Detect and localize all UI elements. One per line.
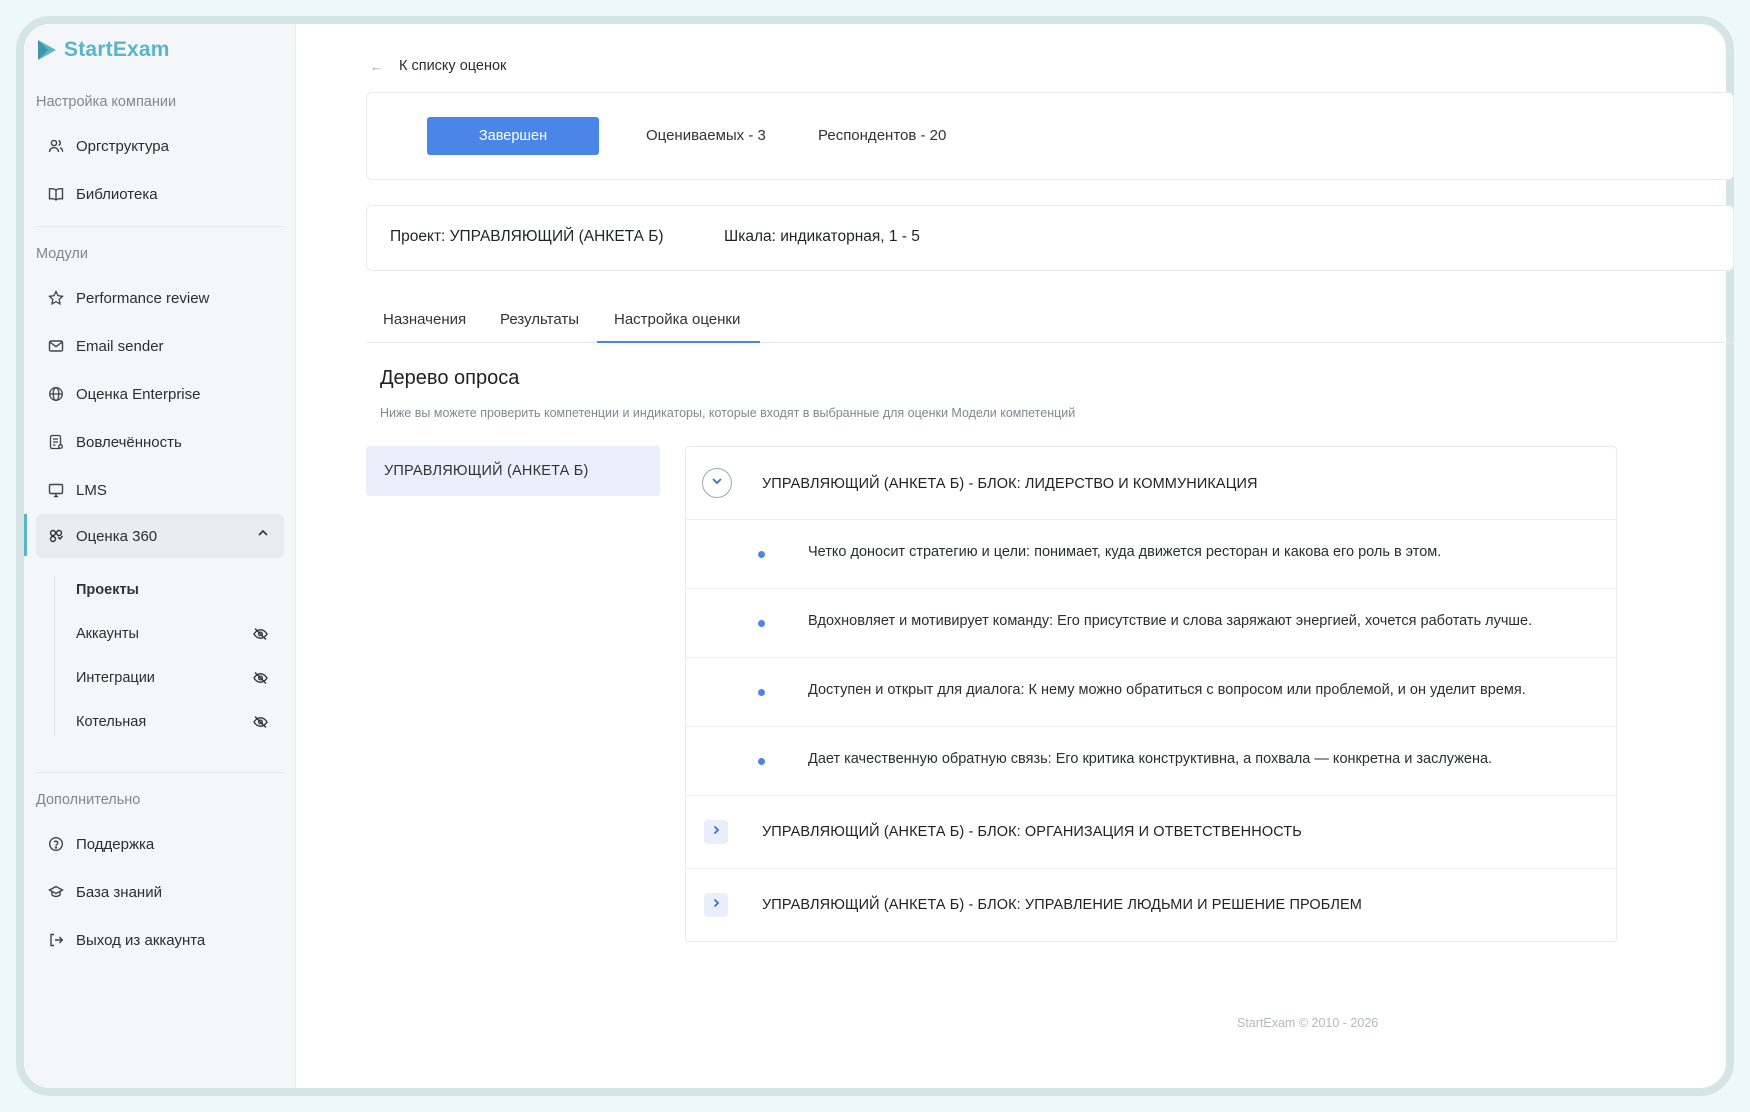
sidebar-item-email-sender[interactable]: Email sender [36, 324, 284, 368]
logo-icon [38, 40, 56, 60]
block-title: УПРАВЛЯЮЩИЙ (АНКЕТА Б) - БЛОК: УПРАВЛЕНИ… [762, 897, 1362, 913]
people-icon [48, 138, 64, 154]
model-list-item[interactable]: УПРАВЛЯЮЩИЙ (АНКЕТА Б) [366, 446, 660, 496]
active-tab-underline [597, 341, 760, 343]
back-to-list-link[interactable]: ← К списку оценок [370, 58, 506, 74]
scale-info: Шкала: индикаторная, 1 - 5 [724, 228, 920, 245]
submenu-guide-line [54, 576, 55, 736]
sidebar-item-knowledge-base[interactable]: База знаний [36, 870, 284, 914]
sidebar-item-label: Оргструктура [76, 137, 169, 155]
sidebar-item-engagement[interactable]: Вовлечённость [36, 420, 284, 464]
sidebar-item-label: Email sender [76, 337, 164, 355]
sidebar-item-library[interactable]: Библиотека [36, 172, 284, 216]
logo-text: StartExam [64, 38, 170, 61]
tab-assessment-settings[interactable]: Настройка оценки [614, 311, 740, 328]
sidebar-item-label: Вовлечённость [76, 433, 182, 451]
block-title: УПРАВЛЯЮЩИЙ (АНКЕТА Б) - БЛОК: ОРГАНИЗАЦ… [762, 824, 1302, 840]
bullet-dot [758, 689, 765, 696]
divider [36, 772, 284, 773]
chevron-right-icon [710, 896, 722, 914]
sidebar-item-performance-review[interactable]: Performance review [36, 276, 284, 320]
expand-toggle[interactable] [704, 893, 728, 917]
sidebar-item-label: Выход из аккаунта [76, 931, 206, 949]
submenu-item-integrations[interactable]: Интеграции [72, 660, 278, 696]
indicator-text: Дает качественную обратную связь: Его кр… [808, 751, 1493, 767]
submenu-item-label: Проекты [76, 582, 139, 598]
sidebar-item-enterprise[interactable]: Оценка Enterprise [36, 372, 284, 416]
project-name: Проект: УПРАВЛЯЮЩИЙ (АНКЕТА Б) [390, 228, 664, 245]
section-label-company: Настройка компании [36, 94, 177, 110]
indicator-row: Вдохновляет и мотивирует команду: Его пр… [686, 589, 1616, 658]
indicator-text: Четко доносит стратегию и цели: понимает… [808, 544, 1442, 560]
assessed-count: Оцениваемых - 3 [646, 127, 766, 144]
monitor-icon [48, 482, 64, 498]
divider [36, 226, 284, 227]
submenu-item-projects[interactable]: Проекты [72, 572, 278, 608]
sidebar-item-label: Performance review [76, 289, 210, 307]
indicator-row: Доступен и открыт для диалога: К нему мо… [686, 658, 1616, 727]
360-icon [48, 528, 64, 544]
expand-toggle[interactable] [704, 820, 728, 844]
chevron-down-icon [710, 474, 724, 493]
submenu-item-accounts[interactable]: Аккаунты [72, 616, 278, 652]
section-label-modules: Модули [36, 246, 88, 262]
eye-off-icon [253, 627, 268, 645]
sidebar-item-label: Библиотека [76, 185, 158, 203]
chevron-right-icon [710, 823, 722, 841]
bullet-dot [758, 551, 765, 558]
eye-off-icon [253, 715, 268, 733]
submenu-item-label: Аккаунты [76, 626, 139, 642]
tree-subtitle: Ниже вы можете проверить компетенции и и… [380, 406, 1076, 420]
star-icon [48, 290, 64, 306]
tree-title: Дерево опроса [380, 367, 520, 389]
sidebar-item-label: LMS [76, 481, 107, 499]
survey-icon [48, 434, 64, 450]
survey-tree-panel: УПРАВЛЯЮЩИЙ (АНКЕТА Б) - БЛОК: ЛИДЕРСТВО… [685, 446, 1617, 942]
footer-copyright: StartExam © 2010 - 2026 [1237, 1016, 1379, 1030]
submenu-item-label: Интеграции [76, 670, 155, 686]
block-row[interactable]: УПРАВЛЯЮЩИЙ (АНКЕТА Б) - БЛОК: УПРАВЛЕНИ… [686, 869, 1616, 942]
block-row[interactable]: УПРАВЛЯЮЩИЙ (АНКЕТА Б) - БЛОК: ОРГАНИЗАЦ… [686, 796, 1616, 869]
indicator-row: Дает качественную обратную связь: Его кр… [686, 727, 1616, 796]
mail-icon [48, 338, 64, 354]
sidebar-item-label: Оценка Enterprise [76, 385, 201, 403]
tab-results[interactable]: Результаты [500, 311, 579, 328]
sidebar-item-360[interactable]: Оценка 360 [36, 514, 284, 558]
arrow-left-icon: ← [370, 58, 383, 74]
respondents-count: Респондентов - 20 [818, 127, 947, 144]
status-button[interactable]: Завершен [427, 117, 599, 155]
tabs-divider [366, 342, 1734, 343]
sidebar-item-label: База знаний [76, 883, 162, 901]
chevron-up-icon[interactable] [256, 526, 270, 544]
graduation-cap-icon [48, 884, 64, 900]
sidebar-item-orgstructure[interactable]: Оргструктура [36, 124, 284, 168]
logo[interactable]: StartExam [36, 38, 170, 62]
collapse-toggle[interactable] [702, 468, 732, 498]
globe-icon [48, 386, 64, 402]
logout-icon [48, 932, 64, 948]
block-row[interactable]: УПРАВЛЯЮЩИЙ (АНКЕТА Б) - БЛОК: ЛИДЕРСТВО… [686, 447, 1616, 520]
back-link-label: К списку оценок [399, 58, 507, 74]
indicator-row: Четко доносит стратегию и цели: понимает… [686, 520, 1616, 589]
active-indicator [24, 514, 27, 556]
block-title: УПРАВЛЯЮЩИЙ (АНКЕТА Б) - БЛОК: ЛИДЕРСТВО… [762, 476, 1258, 492]
sidebar-item-label: Оценка 360 [76, 527, 158, 545]
eye-off-icon [253, 671, 268, 689]
indicator-text: Вдохновляет и мотивирует команду: Его пр… [808, 613, 1533, 629]
help-icon [48, 836, 64, 852]
submenu-item-boiler[interactable]: Котельная [72, 704, 278, 740]
tab-assignments[interactable]: Назначения [383, 311, 466, 328]
submenu-item-label: Котельная [76, 714, 147, 730]
indicator-text: Доступен и открыт для диалога: К нему мо… [808, 682, 1526, 698]
bullet-dot [758, 758, 765, 765]
sidebar-item-logout[interactable]: Выход из аккаунта [36, 918, 284, 962]
sidebar-item-lms[interactable]: LMS [36, 468, 284, 512]
sidebar-item-support[interactable]: Поддержка [36, 822, 284, 866]
bullet-dot [758, 620, 765, 627]
section-label-extra: Дополнительно [36, 792, 141, 808]
book-icon [48, 186, 64, 202]
sidebar-item-label: Поддержка [76, 835, 155, 853]
sidebar: StartExam Настройка компании Оргструктур… [24, 24, 296, 1088]
